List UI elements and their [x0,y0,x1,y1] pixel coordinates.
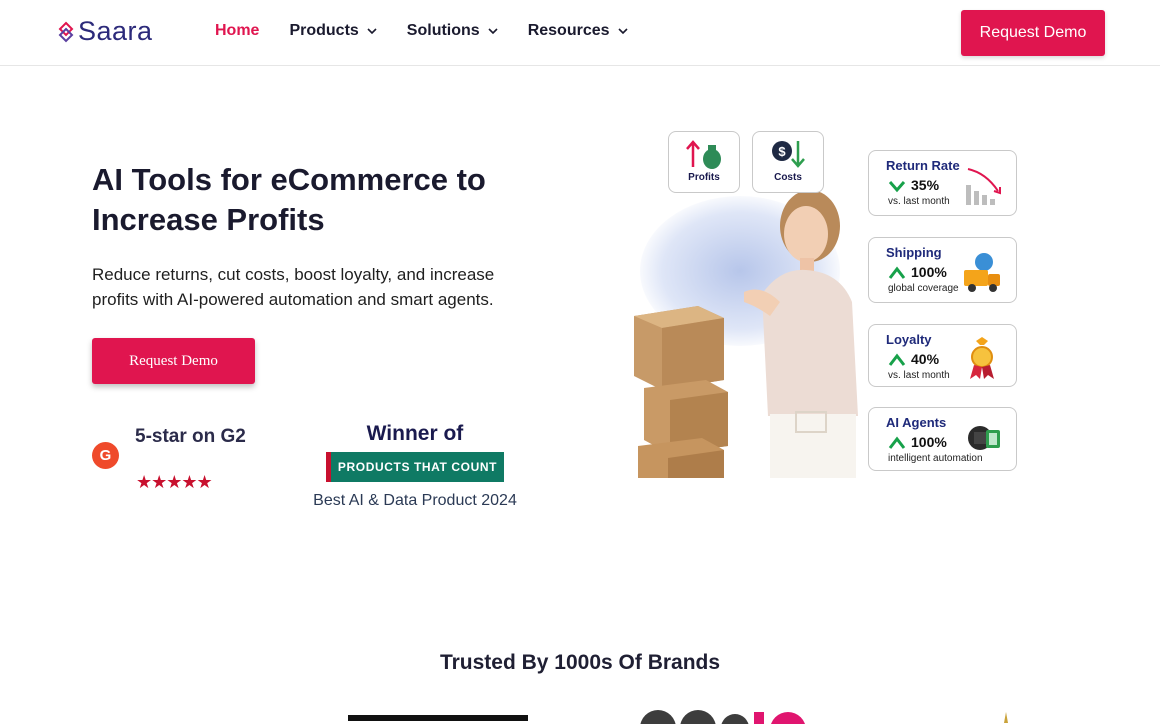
costs-card: $ Costs [752,131,824,193]
ai-chip-icon [968,426,1000,450]
metric-title: Return Rate [886,158,960,173]
hero-subtitle: Reduce returns, cut costs, boost loyalty… [92,265,495,309]
bar-chart-down-icon [966,168,1001,205]
metric-title: Loyalty [886,332,932,347]
metric-value: 100% [911,264,947,280]
cardboard-boxes-image [634,306,728,478]
header-request-demo-button[interactable]: Request Demo [961,10,1105,56]
metric-value: 35% [911,177,940,193]
brand-logo[interactable]: Saara [57,16,153,47]
return-rate-card: Return Rate 35% vs. last month [868,150,1017,216]
logo-mark-icon [58,21,74,42]
nav-resources[interactable]: Resources [528,22,628,40]
trend-down-arrow-icon [888,181,906,193]
g2-rating-text: 5-star on G2 [135,426,246,447]
shipping-card: Shipping 100% global coverage [868,237,1017,303]
g2-logo-letter: G [99,447,112,464]
metric-caption: vs. last month [888,370,950,381]
loyalty-card: Loyalty 40% vs. last month [868,324,1017,387]
nav-products[interactable]: Products [289,22,377,40]
svg-text:$: $ [778,144,786,159]
hero-title: AI Tools for eCommerce to Increase Profi… [92,162,486,237]
metric-title: Shipping [886,245,942,260]
nav-resources-label: Resources [527,22,610,39]
award-text: Best AI & Data Product 2024 [313,492,517,509]
nav-solutions[interactable]: Solutions [407,22,498,40]
star-rating: ★★★★★ [136,472,213,492]
badge-label: PRODUCTS THAT COUNT [337,460,498,474]
hero-request-demo-button[interactable]: Request Demo [92,338,255,384]
metric-caption: global coverage [888,283,959,294]
nav-solutions-label: Solutions [406,22,480,39]
chevron-down-icon [617,28,628,35]
chevron-down-icon [488,28,498,35]
main-nav: Home Products Solutions Resources [215,22,658,40]
trend-up-arrow-icon [888,353,906,366]
nav-home-label: Home [215,22,260,39]
trend-up-arrow-icon [888,436,906,449]
delivery-truck-icon [964,253,1000,292]
profits-label: Profits [688,172,720,183]
nav-home[interactable]: Home [215,22,259,40]
hero-visual: Profits $ Costs Return Rate 35% vs. last… [620,126,1020,478]
metric-caption: vs. last month [888,196,950,207]
logo-text: Saara [78,16,153,46]
brand-logo-partial [348,715,528,721]
products-that-count-badge[interactable]: PRODUCTS THAT COUNT [326,452,504,482]
award-medal-icon [970,337,994,379]
costs-label: Costs [774,172,802,183]
brand-logo-partial [1004,712,1008,723]
nav-products-label: Products [289,22,359,39]
chevron-down-icon [367,28,377,35]
ai-agents-card: AI Agents 100% intelligent automation [868,407,1017,471]
woman-pointing-image [744,190,858,478]
profits-card: Profits [668,131,740,193]
trend-up-arrow-icon [888,266,906,279]
metric-value: 40% [911,351,940,367]
site-header: Saara Home Products Solutions Resources … [0,0,1160,66]
trusted-heading: Trusted By 1000s Of Brands [439,651,721,674]
brand-logo-partial [640,710,805,724]
g2-logo-icon: G [92,442,119,469]
metric-title: AI Agents [886,415,947,430]
winner-heading: Winner of [366,422,464,445]
metric-value: 100% [911,434,947,450]
coin-down-icon: $ [772,141,805,168]
money-bag-up-icon [686,140,721,169]
